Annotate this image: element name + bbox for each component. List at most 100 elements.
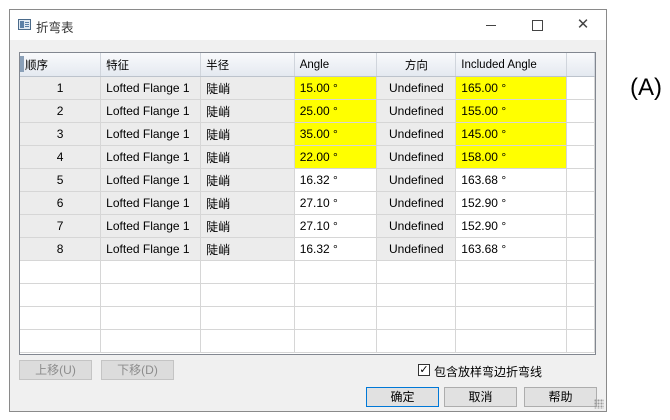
move-up-button[interactable]: 上移(U)	[19, 360, 92, 380]
cell-angle[interactable]: 22.00 °	[294, 145, 378, 169]
empty-cell	[294, 260, 378, 284]
bend-table-dialog: 折弯表 ✕ 顺序 特征 半径 Angle 方向 Included Angle 1…	[9, 9, 607, 412]
empty-cell	[376, 260, 457, 284]
cell-included-angle[interactable]: 158.00 °	[455, 145, 568, 169]
ok-button[interactable]: 确定	[366, 387, 439, 407]
cell-radius[interactable]: 陡峭	[200, 99, 295, 123]
cell-radius[interactable]: 陡峭	[200, 214, 295, 238]
cancel-button[interactable]: 取消	[444, 387, 517, 407]
cell-order[interactable]: 1	[20, 76, 102, 100]
cell-angle[interactable]: 16.32 °	[294, 168, 378, 192]
cell-included-angle[interactable]: 165.00 °	[455, 76, 568, 100]
column-header-radius[interactable]: 半径	[200, 53, 295, 77]
cell-radius[interactable]: 陡峭	[200, 122, 295, 146]
cell-angle[interactable]: 27.10 °	[294, 214, 378, 238]
cell-included-angle[interactable]: 152.90 °	[455, 214, 568, 238]
empty-cell	[566, 283, 595, 307]
cell-filler	[566, 76, 595, 100]
table-row[interactable]: 2 Lofted Flange 1 陡峭 25.00 ° Undefined 155.00…	[20, 99, 595, 123]
cell-feature[interactable]: Lofted Flange 1	[100, 122, 202, 146]
title-bar[interactable]: 折弯表 ✕	[10, 10, 606, 40]
cell-filler	[566, 99, 595, 123]
empty-cell	[100, 260, 202, 284]
cell-order[interactable]: 3	[20, 122, 102, 146]
cell-included-angle[interactable]: 155.00 °	[455, 99, 568, 123]
cell-feature[interactable]: Lofted Flange 1	[100, 145, 202, 169]
cell-feature[interactable]: Lofted Flange 1	[100, 237, 202, 261]
cell-included-angle[interactable]: 152.90 °	[455, 191, 568, 215]
empty-cell	[294, 283, 378, 307]
table-row[interactable]: 1 Lofted Flange 1 陡峭 15.00 ° Undefined 165.00…	[20, 76, 595, 100]
cell-direction[interactable]: Undefined	[376, 145, 457, 169]
cell-radius[interactable]: 陡峭	[200, 76, 295, 100]
cell-feature[interactable]: Lofted Flange 1	[100, 99, 202, 123]
cell-radius[interactable]: 陡峭	[200, 191, 295, 215]
minimize-button[interactable]	[468, 10, 514, 40]
empty-cell	[376, 306, 457, 330]
cell-feature[interactable]: Lofted Flange 1	[100, 214, 202, 238]
empty-row	[20, 260, 595, 284]
cell-angle[interactable]: 15.00 °	[294, 76, 378, 100]
cell-direction[interactable]: Undefined	[376, 191, 457, 215]
empty-cell	[100, 329, 202, 353]
cell-angle[interactable]: 27.10 °	[294, 191, 378, 215]
cell-direction[interactable]: Undefined	[376, 99, 457, 123]
cell-angle[interactable]: 35.00 °	[294, 122, 378, 146]
empty-cell	[200, 329, 295, 353]
cell-order[interactable]: 7	[20, 214, 102, 238]
cell-feature[interactable]: Lofted Flange 1	[100, 191, 202, 215]
close-button[interactable]: ✕	[560, 10, 606, 40]
cell-included-angle[interactable]: 163.68 °	[455, 237, 568, 261]
cell-radius[interactable]: 陡峭	[200, 237, 295, 261]
table-row[interactable]: 5 Lofted Flange 1 陡峭 16.32 ° Undefined 163.68…	[20, 168, 595, 192]
empty-cell	[376, 283, 457, 307]
cell-direction[interactable]: Undefined	[376, 214, 457, 238]
column-header-feature[interactable]: 特征	[100, 53, 202, 77]
cell-direction[interactable]: Undefined	[376, 76, 457, 100]
empty-cell	[100, 283, 202, 307]
cell-included-angle[interactable]: 145.00 °	[455, 122, 568, 146]
cell-radius[interactable]: 陡峭	[200, 145, 295, 169]
cell-order[interactable]: 8	[20, 237, 102, 261]
empty-cell	[200, 283, 295, 307]
cell-order[interactable]: 4	[20, 145, 102, 169]
cell-radius[interactable]: 陡峭	[200, 168, 295, 192]
cell-order[interactable]: 5	[20, 168, 102, 192]
column-header-angle[interactable]: Angle	[294, 53, 378, 77]
cell-feature[interactable]: Lofted Flange 1	[100, 76, 202, 100]
cell-direction[interactable]: Undefined	[376, 168, 457, 192]
include-lofted-flange-bend-lines-checkbox[interactable]: ✓	[418, 364, 430, 376]
empty-cell	[566, 306, 595, 330]
cell-filler	[566, 214, 595, 238]
table-row[interactable]: 6 Lofted Flange 1 陡峭 27.10 ° Undefined 152.90…	[20, 191, 595, 215]
move-down-button[interactable]: 下移(D)	[101, 360, 174, 380]
figure-label: (A)	[630, 74, 662, 101]
empty-cell	[20, 260, 102, 284]
maximize-button[interactable]	[514, 10, 560, 40]
cell-filler	[566, 168, 595, 192]
cell-direction[interactable]: Undefined	[376, 122, 457, 146]
empty-cell	[20, 283, 102, 307]
column-header-direction[interactable]: 方向	[376, 53, 457, 77]
empty-cell	[100, 306, 202, 330]
bend-table[interactable]: 顺序 特征 半径 Angle 方向 Included Angle 1 Lofted…	[19, 52, 596, 355]
cell-filler	[566, 122, 595, 146]
cell-order[interactable]: 6	[20, 191, 102, 215]
table-row[interactable]: 4 Lofted Flange 1 陡峭 22.00 ° Undefined 158.00…	[20, 145, 595, 169]
cell-included-angle[interactable]: 163.68 °	[455, 168, 568, 192]
resize-grip-icon[interactable]	[594, 399, 604, 409]
cell-angle[interactable]: 25.00 °	[294, 99, 378, 123]
empty-cell	[200, 260, 295, 284]
help-button[interactable]: 帮助	[524, 387, 597, 407]
table-row[interactable]: 8 Lofted Flange 1 陡峭 16.32 ° Undefined 163.68…	[20, 237, 595, 261]
cell-order[interactable]: 2	[20, 99, 102, 123]
column-header-included-angle[interactable]: Included Angle	[455, 53, 568, 77]
table-row[interactable]: 7 Lofted Flange 1 陡峭 27.10 ° Undefined 152.90…	[20, 214, 595, 238]
cell-feature[interactable]: Lofted Flange 1	[100, 168, 202, 192]
empty-cell	[20, 306, 102, 330]
table-row[interactable]: 3 Lofted Flange 1 陡峭 35.00 ° Undefined 145.00…	[20, 122, 595, 146]
cell-angle[interactable]: 16.32 °	[294, 237, 378, 261]
column-header-order[interactable]: 顺序	[20, 53, 102, 77]
cell-direction[interactable]: Undefined	[376, 237, 457, 261]
app-icon	[18, 19, 31, 30]
